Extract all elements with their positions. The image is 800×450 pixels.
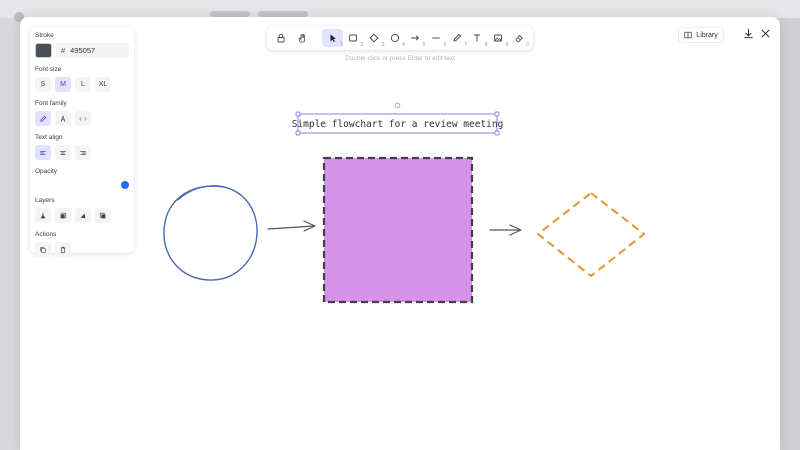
resize-handle-ne[interactable]	[494, 111, 500, 117]
square-shape[interactable]	[322, 156, 474, 304]
lock-tool[interactable]	[271, 29, 292, 47]
image-tool[interactable]: 9	[488, 29, 508, 48]
trash-icon	[60, 246, 66, 253]
eraser-tool[interactable]: 0	[508, 29, 529, 48]
properties-panel: Stroke # 495057 Font size S M L XL Font fam…	[30, 27, 134, 257]
background-sidebar	[0, 18, 20, 450]
rotation-handle[interactable]	[394, 102, 401, 109]
draw-tool[interactable]: 7	[446, 29, 467, 48]
arrow-icon	[411, 35, 420, 41]
image-icon	[493, 34, 502, 42]
font-size-label: Font size	[35, 66, 62, 73]
pointer-icon	[330, 34, 336, 42]
bring-forward-icon	[80, 213, 86, 218]
shape-toolbar: 123456789 0	[267, 26, 533, 50]
code-icon	[79, 116, 87, 121]
hand-icon	[298, 33, 305, 43]
shortcut-key: 0	[526, 42, 529, 48]
library-label: Library	[696, 31, 718, 39]
ellipse-tool[interactable]: 4	[384, 29, 405, 48]
rectangle-icon	[349, 34, 358, 42]
font-size-xl-button[interactable]: XL	[95, 77, 111, 92]
book-icon	[684, 31, 692, 39]
resize-handle-nw[interactable]	[295, 111, 301, 117]
opacity-label: Opacity	[35, 168, 58, 175]
download-button[interactable]	[742, 27, 754, 39]
send-to-back-icon	[40, 212, 46, 218]
send-backward-icon	[60, 212, 67, 218]
text-tool[interactable]: 8	[467, 29, 488, 48]
font-normal-button[interactable]	[55, 111, 71, 126]
library-button[interactable]: Library	[678, 27, 724, 43]
duplicate-icon	[40, 246, 46, 253]
arrow-tool[interactable]: 5	[405, 29, 426, 48]
text-icon	[474, 34, 481, 42]
diamond-tool[interactable]: 3	[364, 29, 384, 48]
font-size-l-button[interactable]: L	[75, 77, 91, 92]
align-center-icon	[60, 150, 66, 155]
font-hand-drawn-button[interactable]	[35, 111, 51, 126]
line-tool[interactable]: 6	[426, 29, 446, 48]
font-code-button[interactable]	[75, 111, 91, 126]
close-icon	[760, 28, 770, 38]
layers-label: Layers	[35, 197, 55, 204]
actions-label: Actions	[35, 231, 57, 238]
diamond-icon	[369, 33, 379, 43]
lock-icon	[277, 33, 285, 43]
align-left-icon	[40, 150, 46, 155]
stroke-hex-input[interactable]: # 495057	[56, 43, 129, 58]
bring-to-front-button[interactable]	[95, 208, 111, 223]
bring-forward-button[interactable]	[75, 208, 91, 223]
background-browser-bar	[0, 0, 800, 18]
resize-handle-sw[interactable]	[295, 130, 301, 136]
text-align-label: Text align	[35, 134, 63, 141]
align-right-icon	[80, 150, 86, 155]
opacity-slider[interactable]	[35, 179, 129, 191]
letter-a-icon	[60, 114, 66, 122]
bring-to-front-icon	[99, 212, 106, 218]
duplicate-button[interactable]	[35, 242, 51, 257]
hex-hash: #	[61, 46, 66, 55]
stroke-hex-value: 495057	[70, 46, 96, 55]
flowchart-title: Simple flowchart for a review meeting	[292, 119, 504, 130]
send-backward-button[interactable]	[55, 208, 71, 223]
opacity-slider-thumb[interactable]	[121, 181, 129, 189]
stroke-color-swatch[interactable]	[35, 43, 52, 58]
ellipse-icon	[390, 33, 399, 43]
pencil-icon	[40, 115, 47, 122]
font-size-m-button[interactable]: M	[55, 77, 71, 92]
pencil-icon	[452, 33, 461, 42]
font-size-s-button[interactable]: S	[35, 77, 51, 92]
align-right-button[interactable]	[75, 145, 91, 160]
download-icon	[743, 28, 753, 38]
send-to-back-button[interactable]	[35, 208, 51, 223]
rectangle-tool[interactable]: 2	[343, 29, 364, 48]
align-center-button[interactable]	[55, 145, 71, 160]
eraser-icon	[515, 34, 523, 42]
font-family-label: Font family	[35, 100, 67, 107]
stroke-label: Stroke	[35, 32, 54, 39]
line-icon	[432, 37, 440, 39]
align-left-button[interactable]	[35, 145, 51, 160]
selection-tool[interactable]: 1	[322, 29, 343, 48]
hand-tool[interactable]	[292, 29, 313, 47]
font-size-options: S M L XL	[35, 77, 129, 92]
delete-button[interactable]	[55, 242, 71, 257]
resize-handle-se[interactable]	[494, 130, 500, 136]
close-button[interactable]	[759, 27, 771, 39]
